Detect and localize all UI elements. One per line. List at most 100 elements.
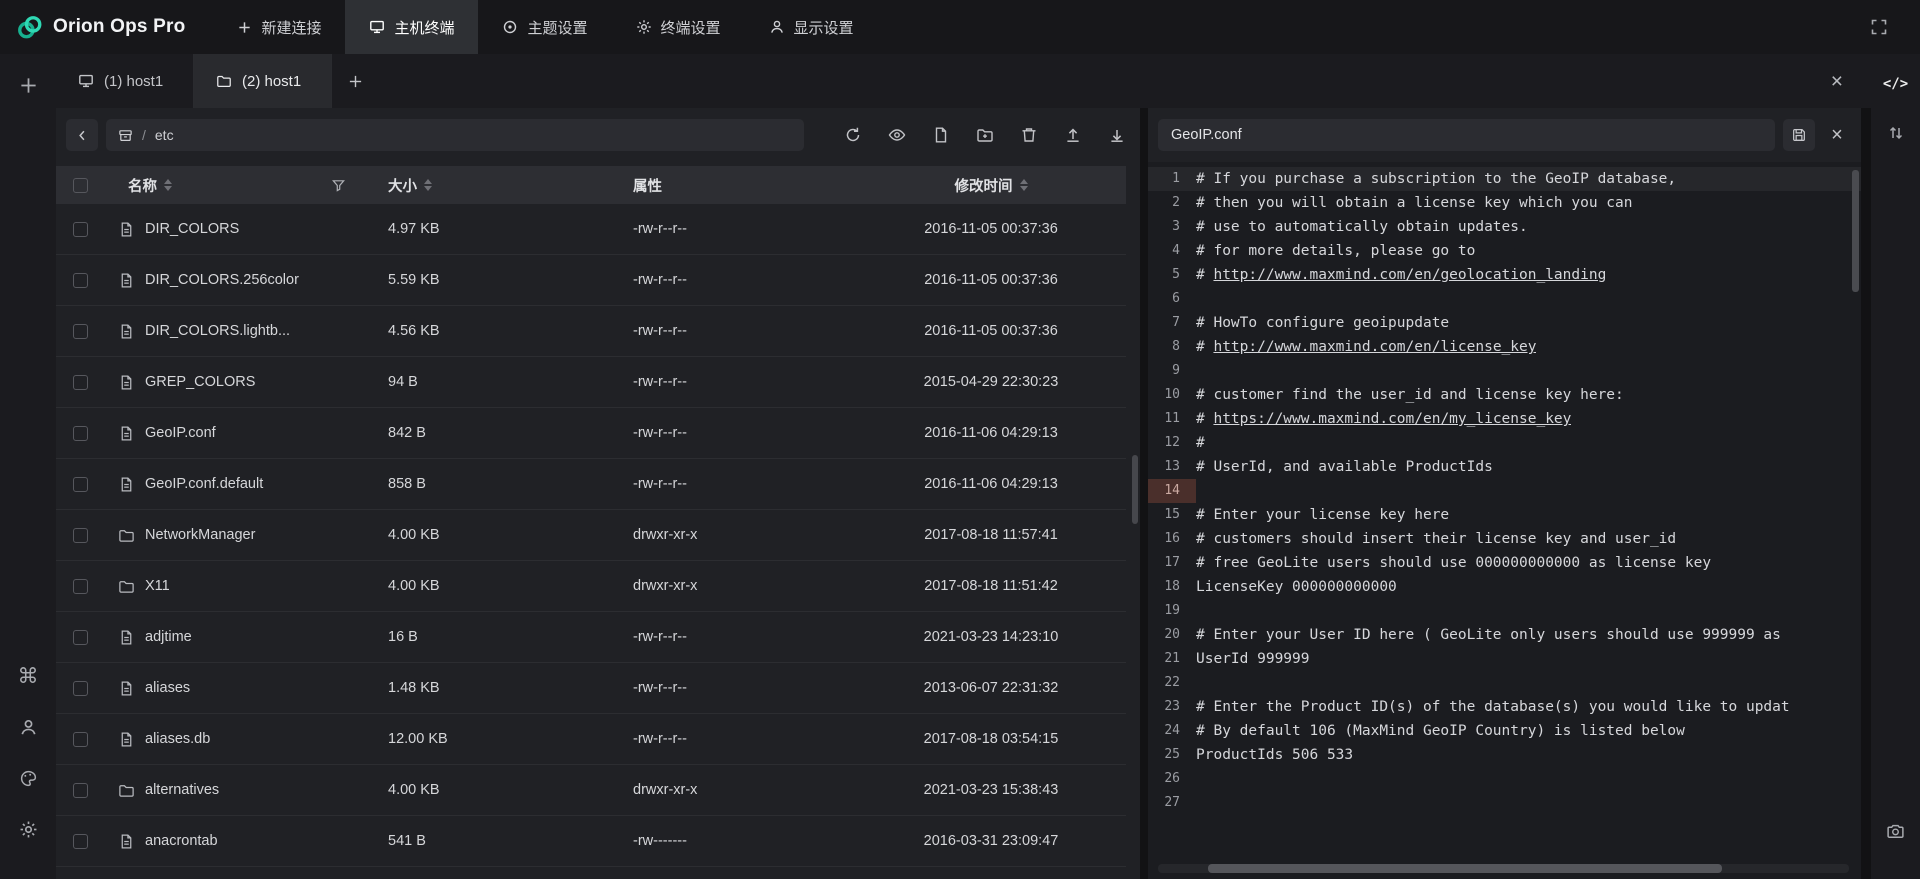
breadcrumb-path[interactable]: etc: [155, 127, 174, 143]
editor-line[interactable]: 15# Enter your license key here: [1148, 503, 1861, 527]
menu-item-host-terminal[interactable]: 主机终端: [345, 0, 478, 54]
editor-line[interactable]: 5# http://www.maxmind.com/en/geolocation…: [1148, 263, 1861, 287]
link-text[interactable]: http://www.maxmind.com/en/geolocation_la…: [1213, 267, 1606, 283]
delete-trash-icon[interactable]: [1020, 126, 1038, 144]
new-tab-plus-icon[interactable]: [332, 54, 378, 108]
breadcrumb[interactable]: / etc: [106, 119, 804, 151]
row-checkbox[interactable]: [73, 426, 88, 441]
tab-host1-terminal[interactable]: (1) host1: [56, 54, 194, 108]
screenshot-camera-icon[interactable]: [1879, 814, 1913, 848]
row-checkbox[interactable]: [73, 273, 88, 288]
row-checkbox[interactable]: [73, 324, 88, 339]
add-connection-plus-icon[interactable]: [11, 68, 45, 102]
upload-icon[interactable]: [1064, 126, 1082, 144]
table-row[interactable]: alternatives 4.00 KB drwxr-xr-x 2021-03-…: [56, 765, 1126, 816]
table-row[interactable]: DIR_COLORS.lightb... 4.56 KB -rw-r--r-- …: [56, 306, 1126, 357]
editor-vertical-scrollbar[interactable]: [1852, 170, 1859, 292]
download-icon[interactable]: [1108, 126, 1126, 144]
menu-item-display-settings[interactable]: 显示设置: [745, 0, 878, 54]
sort-size-icon[interactable]: [424, 179, 432, 191]
file-table-header: 名称 大小 属性 修改时间: [56, 166, 1126, 204]
row-checkbox[interactable]: [73, 681, 88, 696]
editor-line[interactable]: 24# By default 106 (MaxMind GeoIP Countr…: [1148, 719, 1861, 743]
table-row[interactable]: aliases 1.48 KB -rw-r--r-- 2013-06-07 22…: [56, 663, 1126, 714]
theme-palette-icon[interactable]: [11, 761, 45, 795]
back-button[interactable]: [66, 119, 98, 151]
editor-line[interactable]: 9: [1148, 359, 1861, 383]
editor-line[interactable]: 27: [1148, 791, 1861, 815]
editor-line[interactable]: 4# for more details, please go to: [1148, 239, 1861, 263]
editor-line[interactable]: 2# then you will obtain a license key wh…: [1148, 191, 1861, 215]
fullscreen-icon[interactable]: [1862, 10, 1896, 44]
sort-name-icon[interactable]: [164, 179, 172, 191]
refresh-icon[interactable]: [844, 126, 862, 144]
menu-item-new-connection[interactable]: 新建连接: [213, 0, 345, 54]
settings-gear-icon[interactable]: [11, 812, 45, 846]
row-checkbox[interactable]: [73, 834, 88, 849]
code-panel-icon[interactable]: </>: [1879, 67, 1913, 101]
editor-close-icon[interactable]: ×: [1823, 124, 1851, 147]
editor-line[interactable]: 14: [1148, 479, 1861, 503]
editor-line[interactable]: 18LicenseKey 000000000000: [1148, 575, 1861, 599]
row-checkbox[interactable]: [73, 477, 88, 492]
row-checkbox[interactable]: [73, 630, 88, 645]
table-row[interactable]: DIR_COLORS.256color 5.59 KB -rw-r--r-- 2…: [56, 255, 1126, 306]
editor-line[interactable]: 25ProductIds 506 533: [1148, 743, 1861, 767]
close-panel-icon[interactable]: ×: [1831, 71, 1843, 92]
editor-line[interactable]: 11# https://www.maxmind.com/en/my_licens…: [1148, 407, 1861, 431]
tab-host1-files[interactable]: (2) host1: [194, 54, 332, 108]
editor-line[interactable]: 3# use to automatically obtain updates.: [1148, 215, 1861, 239]
users-icon[interactable]: [11, 710, 45, 744]
link-text[interactable]: http://www.maxmind.com/en/license_key: [1213, 339, 1536, 355]
row-checkbox[interactable]: [73, 579, 88, 594]
new-file-icon[interactable]: [932, 126, 950, 144]
row-checkbox[interactable]: [73, 732, 88, 747]
file-list-scrollbar[interactable]: [1132, 455, 1138, 524]
editor-line[interactable]: 23# Enter the Product ID(s) of the datab…: [1148, 695, 1861, 719]
editor-line[interactable]: 21UserId 999999: [1148, 647, 1861, 671]
row-checkbox[interactable]: [73, 375, 88, 390]
column-header-name[interactable]: 名称: [128, 175, 157, 196]
editor-line[interactable]: 7# HowTo configure geoipupdate: [1148, 311, 1861, 335]
table-row[interactable]: GeoIP.conf 842 B -rw-r--r-- 2016-11-06 0…: [56, 408, 1126, 459]
table-row[interactable]: GeoIP.conf.default 858 B -rw-r--r-- 2016…: [56, 459, 1126, 510]
editor-line[interactable]: 26: [1148, 767, 1861, 791]
editor-line[interactable]: 8# http://www.maxmind.com/en/license_key: [1148, 335, 1861, 359]
row-checkbox[interactable]: [73, 528, 88, 543]
table-row[interactable]: adjtime 16 B -rw-r--r-- 2021-03-23 14:23…: [56, 612, 1126, 663]
editor-horizontal-scrollbar[interactable]: [1208, 864, 1722, 873]
editor-line[interactable]: 19: [1148, 599, 1861, 623]
save-floppy-icon[interactable]: [1783, 119, 1815, 151]
menu-item-terminal-settings[interactable]: 终端设置: [612, 0, 745, 54]
column-header-mtime[interactable]: 修改时间: [955, 175, 1013, 196]
editor-line[interactable]: 16# customers should insert their licens…: [1148, 527, 1861, 551]
editor-line[interactable]: 1# If you purchase a subscription to the…: [1148, 167, 1861, 191]
editor-line[interactable]: 22: [1148, 671, 1861, 695]
sort-mtime-icon[interactable]: [1020, 179, 1028, 191]
table-row[interactable]: DIR_COLORS 4.97 KB -rw-r--r-- 2016-11-05…: [56, 204, 1126, 255]
row-checkbox[interactable]: [73, 783, 88, 798]
editor-line[interactable]: 20# Enter your User ID here ( GeoLite on…: [1148, 623, 1861, 647]
table-row[interactable]: X11 4.00 KB drwxr-xr-x 2017-08-18 11:51:…: [56, 561, 1126, 612]
editor-line[interactable]: 13# UserId, and available ProductIds: [1148, 455, 1861, 479]
editor-line[interactable]: 12#: [1148, 431, 1861, 455]
table-row[interactable]: [56, 867, 1126, 879]
command-icon[interactable]: ⌘: [11, 659, 45, 693]
table-row[interactable]: NetworkManager 4.00 KB drwxr-xr-x 2017-0…: [56, 510, 1126, 561]
swap-vertical-icon[interactable]: [1879, 116, 1913, 150]
table-row[interactable]: GREP_COLORS 94 B -rw-r--r-- 2015-04-29 2…: [56, 357, 1126, 408]
editor-line[interactable]: 10# customer find the user_id and licens…: [1148, 383, 1861, 407]
row-checkbox[interactable]: [73, 222, 88, 237]
table-row[interactable]: anacrontab 541 B -rw------- 2016-03-31 2…: [56, 816, 1126, 867]
editor-line[interactable]: 6: [1148, 287, 1861, 311]
filter-funnel-icon[interactable]: [331, 178, 346, 193]
preview-eye-icon[interactable]: [888, 126, 906, 144]
menu-item-theme-settings[interactable]: 主题设置: [478, 0, 611, 54]
new-folder-icon[interactable]: [976, 126, 994, 144]
link-text[interactable]: https://www.maxmind.com/en/my_license_ke…: [1213, 411, 1571, 427]
select-all-checkbox[interactable]: [73, 178, 88, 193]
table-row[interactable]: aliases.db 12.00 KB -rw-r--r-- 2017-08-1…: [56, 714, 1126, 765]
editor-body[interactable]: 1# If you purchase a subscription to the…: [1148, 162, 1861, 879]
editor-line[interactable]: 17# free GeoLite users should use 000000…: [1148, 551, 1861, 575]
column-header-size[interactable]: 大小: [388, 175, 417, 196]
